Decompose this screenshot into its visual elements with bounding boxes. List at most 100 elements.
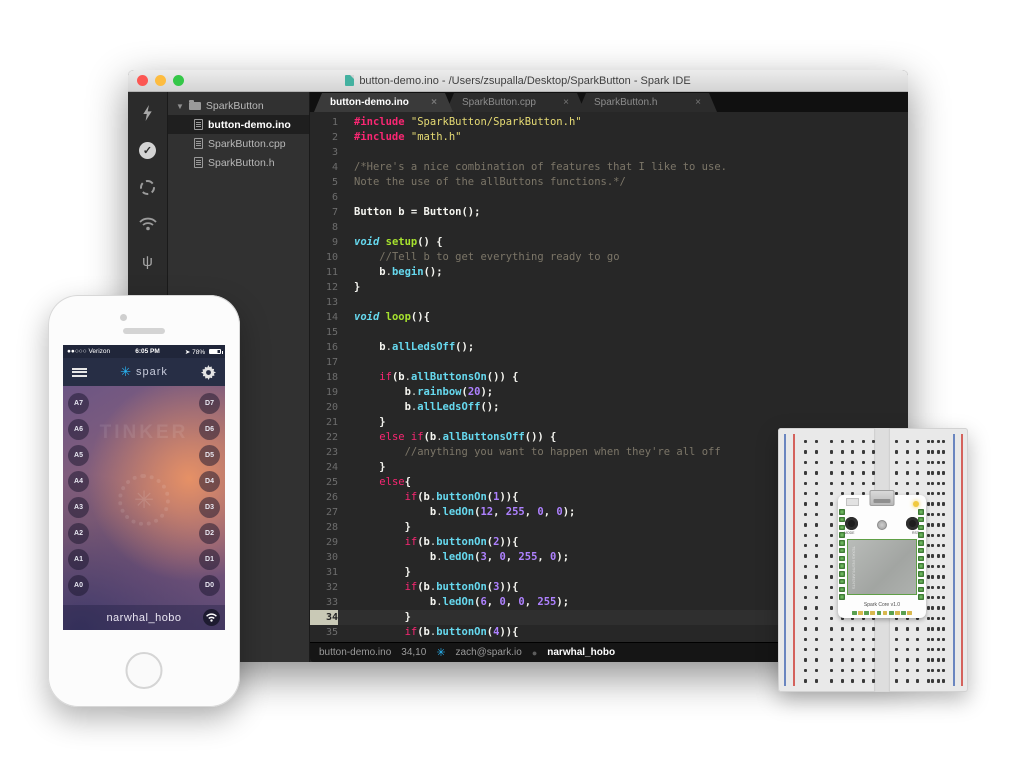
line-content: } bbox=[338, 610, 411, 625]
breadboard-hole bbox=[906, 471, 909, 474]
code-token: begin bbox=[392, 266, 424, 278]
core-pin-pad bbox=[839, 548, 845, 554]
breadboard-hole bbox=[804, 627, 807, 630]
pin-button-D3[interactable]: D3 bbox=[199, 497, 220, 518]
tree-file-button-demo.ino[interactable]: button-demo.ino bbox=[168, 115, 309, 134]
breadboard-hole bbox=[942, 648, 945, 651]
code-token bbox=[354, 401, 405, 413]
title-bar[interactable]: button-demo.ino - /Users/zsupalla/Deskto… bbox=[128, 70, 908, 92]
line-number: 1 bbox=[310, 115, 338, 130]
code-token bbox=[354, 551, 430, 563]
usb-icon[interactable]: ψ bbox=[139, 252, 157, 270]
pin-button-A6[interactable]: A6 bbox=[68, 419, 89, 440]
gear-icon[interactable] bbox=[201, 365, 216, 380]
breadboard-hole bbox=[937, 679, 940, 682]
code-line-18: 18 if(b.allButtonsOn()) { bbox=[310, 370, 908, 385]
breadboard-hole bbox=[942, 586, 945, 589]
breadboard-hole bbox=[872, 450, 875, 453]
breadboard-hole bbox=[862, 440, 865, 443]
breadboard-hole bbox=[872, 658, 875, 661]
breadboard-hole bbox=[872, 627, 875, 630]
line-content: } bbox=[338, 460, 386, 475]
home-button[interactable] bbox=[126, 652, 163, 689]
tree-folder[interactable]: ▼ SparkButton bbox=[168, 97, 309, 115]
breadboard-hole bbox=[927, 638, 930, 641]
breadboard-hole bbox=[815, 669, 818, 672]
flash-icon[interactable] bbox=[139, 104, 157, 122]
breadboard-hole bbox=[927, 596, 930, 599]
breadboard-hole bbox=[937, 565, 940, 568]
code-token: } bbox=[379, 416, 385, 428]
wifi-icon[interactable] bbox=[139, 215, 157, 233]
tab-SparkButton.h[interactable]: SparkButton.h× bbox=[578, 93, 717, 112]
breadboard-hole bbox=[906, 482, 909, 485]
code-token: )){ bbox=[499, 581, 518, 593]
breadboard-hole bbox=[815, 627, 818, 630]
code-token: if bbox=[405, 536, 418, 548]
target-icon[interactable] bbox=[139, 178, 157, 196]
pin-button-A1[interactable]: A1 bbox=[68, 549, 89, 570]
pin-button-A7[interactable]: A7 bbox=[68, 393, 89, 414]
breadboard-hole bbox=[931, 471, 934, 474]
wifi-status-icon[interactable] bbox=[203, 609, 220, 626]
code-token: ()) { bbox=[525, 431, 557, 443]
breadboard-hole bbox=[830, 606, 833, 609]
tree-file-list: button-demo.inoSparkButton.cppSparkButto… bbox=[168, 115, 309, 172]
pin-button-D0[interactable]: D0 bbox=[199, 575, 220, 596]
tab-close-icon[interactable]: × bbox=[431, 97, 437, 108]
breadboard-hole bbox=[931, 461, 934, 464]
folder-icon bbox=[189, 102, 201, 110]
pin-button-D6[interactable]: D6 bbox=[199, 419, 220, 440]
code-token: (b bbox=[417, 626, 430, 638]
core-label: Spark Core v1.0 bbox=[838, 602, 926, 608]
pin-button-A5[interactable]: A5 bbox=[68, 445, 89, 466]
tab-close-icon[interactable]: × bbox=[695, 97, 701, 108]
breadboard-hole bbox=[895, 669, 898, 672]
code-token: if bbox=[405, 626, 418, 638]
breadboard-hole bbox=[906, 658, 909, 661]
pin-button-D2[interactable]: D2 bbox=[199, 523, 220, 544]
code-token: , bbox=[525, 596, 538, 608]
breadboard-hole bbox=[830, 461, 833, 464]
tab-close-icon[interactable]: × bbox=[563, 97, 569, 108]
code-token bbox=[354, 386, 405, 398]
pin-button-A4[interactable]: A4 bbox=[68, 471, 89, 492]
mode-button[interactable] bbox=[845, 517, 858, 530]
line-number: 14 bbox=[310, 310, 338, 325]
breadboard-hole bbox=[931, 669, 934, 672]
code-token: //anything you want to happen when they'… bbox=[405, 446, 721, 458]
code-token: ); bbox=[480, 386, 493, 398]
pin-button-D5[interactable]: D5 bbox=[199, 445, 220, 466]
breadboard-hole bbox=[804, 669, 807, 672]
breadboard-hole bbox=[804, 596, 807, 599]
pin-button-D1[interactable]: D1 bbox=[199, 549, 220, 570]
pin-button-D4[interactable]: D4 bbox=[199, 471, 220, 492]
pin-button-A0[interactable]: A0 bbox=[68, 575, 89, 596]
pin-button-D7[interactable]: D7 bbox=[199, 393, 220, 414]
line-number: 32 bbox=[310, 580, 338, 595]
tree-file-SparkButton.cpp[interactable]: SparkButton.cpp bbox=[168, 134, 309, 153]
code-line-17: 17 bbox=[310, 355, 908, 370]
core-pin-pad bbox=[839, 509, 845, 515]
line-content: if(b.buttonOn(2)){ bbox=[338, 535, 518, 550]
tab-button-demo.ino[interactable]: button-demo.ino× bbox=[314, 93, 453, 112]
code-token: (); bbox=[480, 401, 499, 413]
core-pin-pad bbox=[918, 525, 924, 531]
breadboard-hole bbox=[851, 648, 854, 651]
breadboard-hole bbox=[937, 523, 940, 526]
speaker-slot bbox=[123, 328, 165, 334]
verify-check-icon[interactable]: ✓ bbox=[139, 141, 157, 159]
line-content: if(b.buttonOn(3)){ bbox=[338, 580, 518, 595]
pin-button-A2[interactable]: A2 bbox=[68, 523, 89, 544]
code-token: } bbox=[354, 281, 360, 293]
line-content: else if(b.allButtonsOff()) { bbox=[338, 430, 556, 445]
code-token: loop bbox=[386, 311, 411, 323]
tree-file-SparkButton.h[interactable]: SparkButton.h bbox=[168, 153, 309, 172]
tab-SparkButton.cpp[interactable]: SparkButton.cpp× bbox=[446, 93, 585, 112]
pin-button-A3[interactable]: A3 bbox=[68, 497, 89, 518]
line-number: 5 bbox=[310, 175, 338, 190]
code-token bbox=[354, 581, 405, 593]
breadboard-hole bbox=[927, 461, 930, 464]
breadboard-hole bbox=[937, 627, 940, 630]
breadboard-hole bbox=[927, 627, 930, 630]
